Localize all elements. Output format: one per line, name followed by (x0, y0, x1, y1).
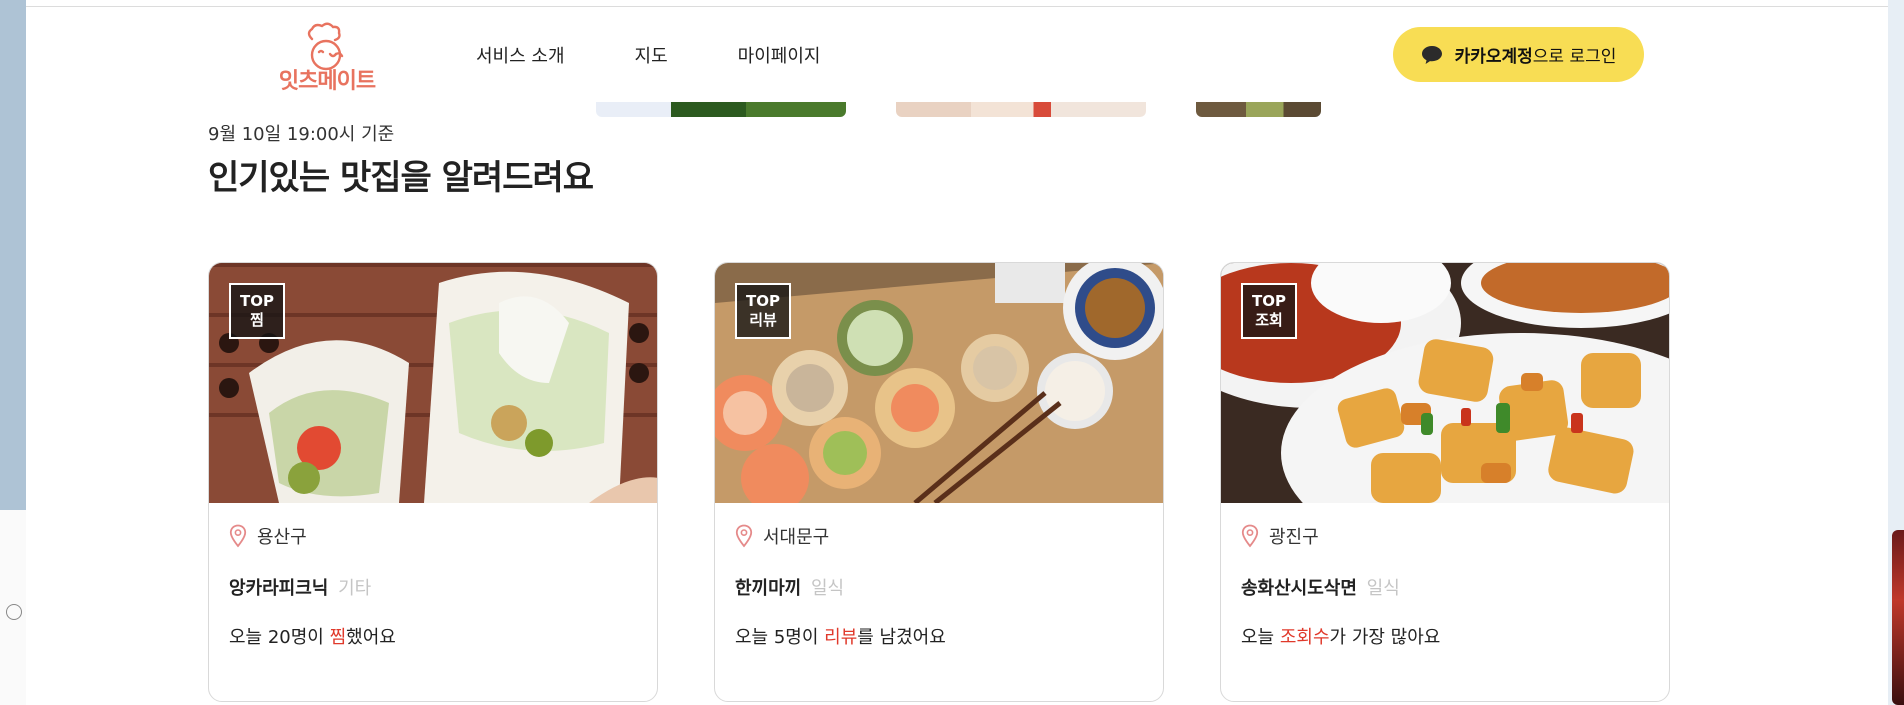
restaurant-name: 한끼마끼 (735, 578, 802, 599)
district-name: 용산구 (257, 527, 307, 548)
restaurant-name: 앙카라피크닉 (229, 578, 329, 599)
badge-type-label: 리뷰 (749, 311, 777, 329)
stat-text: 오늘 (1241, 627, 1280, 648)
restaurant-card[interactable]: TOP 리뷰 서대문구 한끼마끼 일식 오늘 5명이 리뷰를 남겼어요 (714, 262, 1164, 702)
nav-mypage[interactable]: 마이페이지 (738, 42, 821, 68)
stat-text: 를 남겼어요 (857, 627, 946, 648)
main-nav: 서비스 소개 지도 마이페이지 (476, 42, 820, 68)
background-app-edge (1892, 530, 1904, 705)
banner-image-3[interactable] (1196, 101, 1321, 117)
restaurant-location: 서대문구 (735, 523, 829, 549)
site-logo[interactable]: 잇츠메이트 (272, 21, 382, 101)
emoji-icon (6, 604, 22, 620)
stat-highlight: 리뷰 (824, 627, 858, 648)
badge-type-label: 조회 (1255, 311, 1283, 329)
desktop-right-edge (1888, 0, 1904, 705)
section-timestamp: 9월 10일 19:00시 기준 (208, 124, 395, 145)
desktop-left-edge (0, 0, 26, 705)
banner-image-2[interactable] (896, 101, 1146, 117)
top-badge: TOP 리뷰 (735, 283, 791, 339)
restaurant-category: 기타 (338, 578, 372, 599)
site-header: 잇츠메이트 서비스 소개 지도 마이페이지 카카오계정으로 로그인 (26, 7, 1888, 102)
badge-type-label: 찜 (250, 311, 264, 329)
kakao-login-button[interactable]: 카카오계정으로 로그인 (1393, 27, 1644, 82)
stat-text: 오늘 5명이 (735, 627, 825, 648)
badge-top-label: TOP (240, 292, 274, 310)
logo-wordmark: 잇츠메이트 (278, 69, 376, 94)
browser-page: 잇츠메이트 서비스 소개 지도 마이페이지 카카오계정으로 로그인 9월 10일… (26, 0, 1888, 705)
restaurant-card[interactable]: TOP 조회 광진구 송화산시도삭면 일식 오늘 조회수가 가장 많아요 (1220, 262, 1670, 702)
stat-text: 했어요 (346, 627, 396, 648)
stat-highlight: 조회수 (1279, 627, 1330, 648)
location-pin-icon (229, 524, 247, 548)
restaurant-location: 광진구 (1241, 523, 1319, 549)
district-name: 광진구 (1269, 527, 1319, 548)
district-name: 서대문구 (763, 527, 830, 548)
restaurant-name-row: 한끼마끼 일식 (735, 574, 844, 600)
stat-text: 오늘 20명이 (229, 627, 330, 648)
badge-top-label: TOP (746, 292, 780, 310)
nav-service-intro[interactable]: 서비스 소개 (476, 42, 565, 68)
restaurant-card[interactable]: TOP 찜 용산구 앙카라피크닉 기타 오늘 20명이 찜했어요 (208, 262, 658, 702)
restaurant-stat: 오늘 20명이 찜했어요 (229, 623, 396, 649)
badge-top-label: TOP (1252, 292, 1286, 310)
location-pin-icon (735, 524, 753, 548)
restaurant-name-row: 앙카라피크닉 기타 (229, 574, 371, 600)
kakao-chat-icon (1421, 45, 1442, 64)
login-button-label: 으로 로그인 (1532, 47, 1617, 67)
restaurant-stat: 오늘 5명이 리뷰를 남겼어요 (735, 623, 946, 649)
location-pin-icon (1241, 524, 1259, 548)
stat-text: 가 가장 많아요 (1329, 627, 1441, 648)
restaurant-location: 용산구 (229, 523, 307, 549)
nav-map[interactable]: 지도 (635, 42, 668, 68)
restaurant-name-row: 송화산시도삭면 일식 (1241, 574, 1400, 600)
top-badge: TOP 찜 (229, 283, 285, 339)
stat-highlight: 찜 (329, 627, 347, 648)
restaurant-name: 송화산시도삭면 (1241, 578, 1357, 599)
restaurant-stat: 오늘 조회수가 가장 많아요 (1241, 623, 1440, 649)
restaurant-category: 일식 (810, 578, 845, 599)
banner-image-1[interactable] (596, 101, 846, 117)
section-title: 인기있는 맛집을 알려드려요 (208, 158, 594, 198)
restaurant-category: 일식 (1366, 578, 1400, 599)
top-badge: TOP 조회 (1241, 283, 1297, 339)
login-button-brand: 카카오계정 (1454, 47, 1533, 67)
